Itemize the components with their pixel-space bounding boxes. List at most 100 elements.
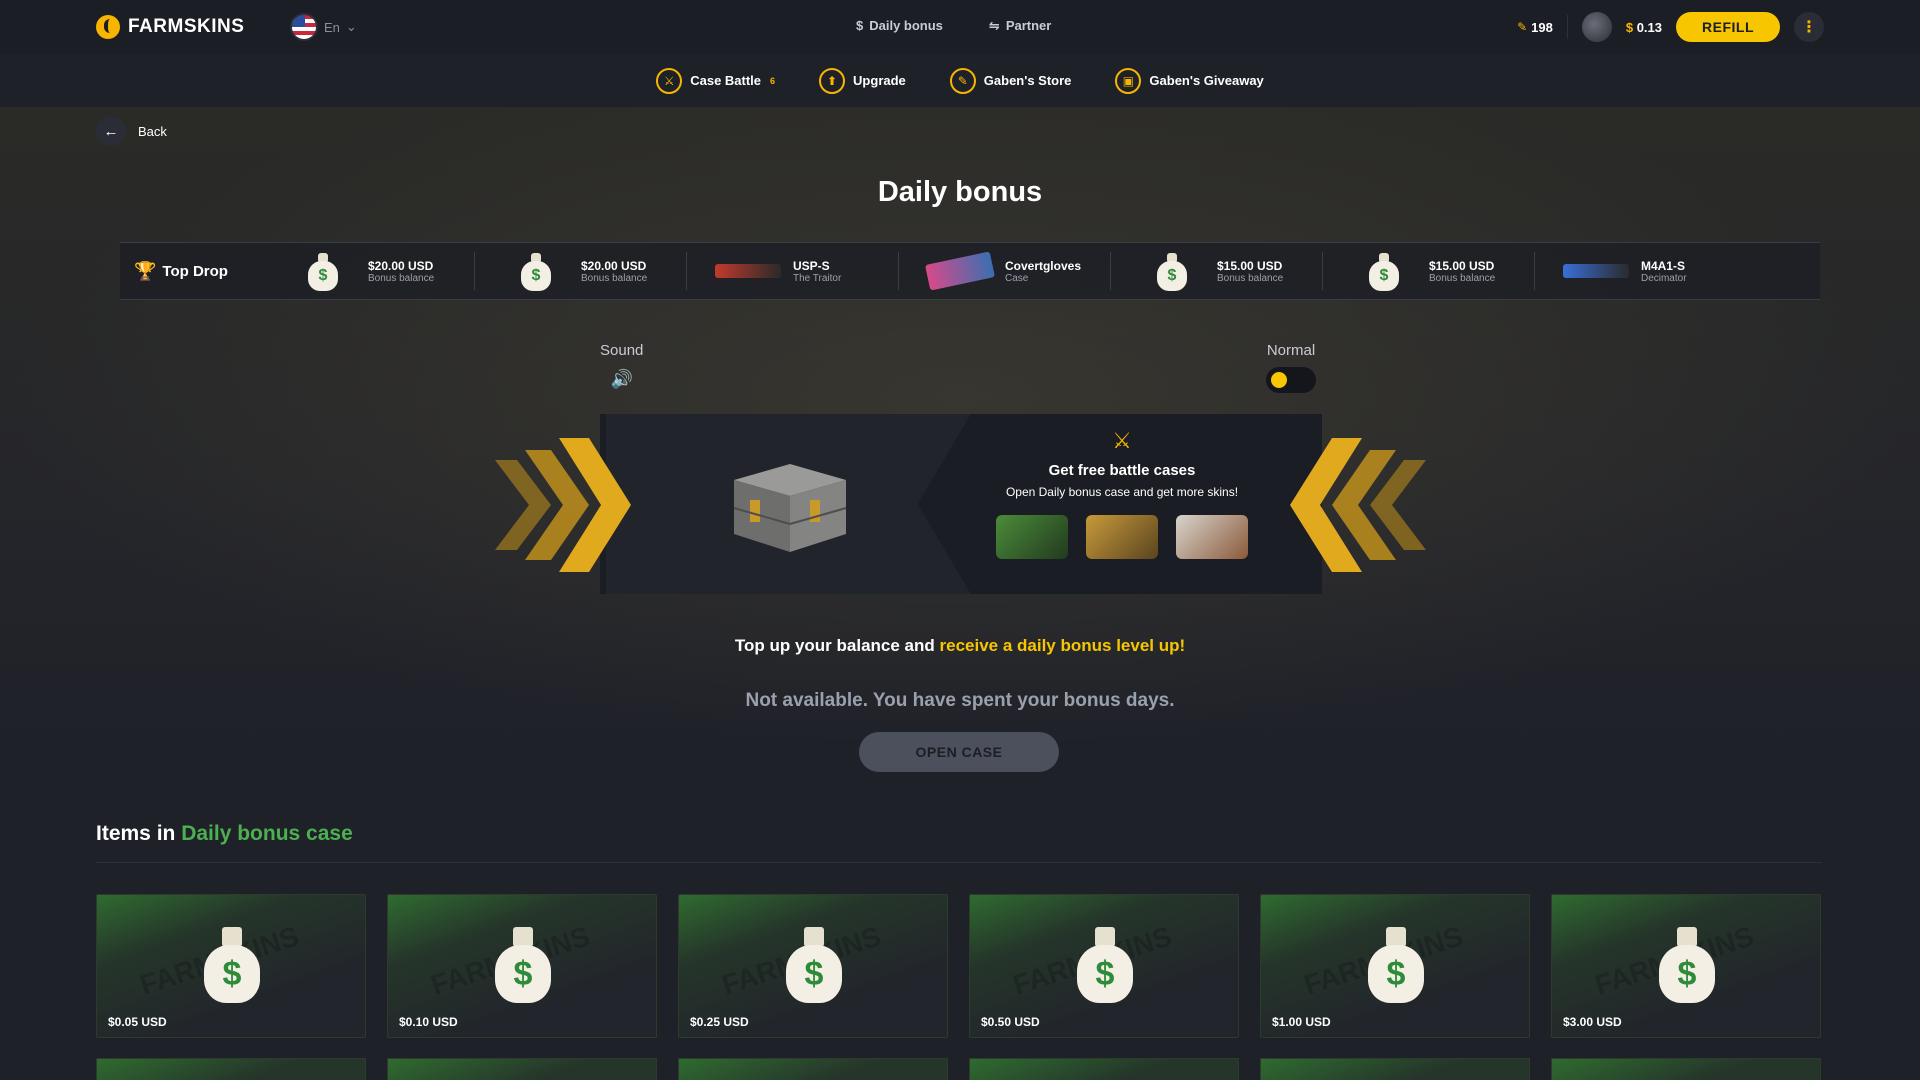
item-card[interactable] — [387, 1058, 657, 1080]
topup-highlight[interactable]: receive a daily bonus level up! — [940, 636, 1186, 655]
drop-item-image: $ — [288, 251, 358, 291]
us-flag-icon — [290, 13, 318, 41]
language-selector[interactable]: En ⌄ — [290, 13, 357, 41]
feather-icon: ✎ — [949, 67, 976, 94]
open-case-button[interactable]: OPEN CASE — [859, 732, 1059, 772]
battle-case-image[interactable] — [996, 515, 1068, 559]
subnav-gabens-store[interactable]: ✎ Gaben's Store — [949, 67, 1072, 94]
subnav-gabens-store-label: Gaben's Store — [983, 73, 1072, 88]
language-label: En — [324, 19, 340, 35]
subnav-upgrade[interactable]: ⬆ Upgrade — [819, 67, 906, 94]
avatar[interactable] — [1581, 12, 1612, 42]
not-available-message: Not available. You have spent your bonus… — [745, 690, 1175, 711]
item-card[interactable]: FARMSKINS$$0.25 USD — [678, 894, 948, 1038]
item-price: $3.00 USD — [1563, 1015, 1622, 1029]
battle-case-image[interactable] — [1176, 515, 1248, 559]
drop-item-image — [924, 251, 995, 291]
subnav-upgrade-label: Upgrade — [853, 73, 906, 88]
balance: $ 0.13 — [1626, 20, 1662, 35]
subnav-case-battle[interactable]: ⚔ Case Battle 6 — [656, 67, 776, 94]
item-card[interactable]: FARMSKINS$$0.05 USD — [96, 894, 366, 1038]
swords-icon: ⚔ — [656, 67, 683, 94]
mode-toggle[interactable] — [1266, 367, 1316, 393]
battle-cases — [950, 515, 1294, 559]
gloves-skin-image — [924, 251, 995, 291]
nav-partner[interactable]: ⇋ Partner — [989, 18, 1051, 34]
item-card[interactable] — [1260, 1058, 1530, 1080]
balance-value: 0.13 — [1636, 19, 1662, 35]
top-drop-item[interactable]: $ $15.00 USD Bonus balance — [1321, 251, 1534, 291]
dollar-icon: $ — [856, 18, 864, 33]
chevron-left-decoration-icon — [1290, 438, 1426, 572]
daily-bonus-case-image — [733, 464, 847, 552]
item-price: $0.10 USD — [399, 1015, 458, 1029]
top-drop-item[interactable]: $ $20.00 USD Bonus balance — [473, 251, 686, 291]
page-title: Daily bonus — [877, 176, 1043, 208]
drop-item-image — [1561, 251, 1631, 291]
divider — [1566, 15, 1568, 39]
drop-item-name: $20.00 USD — [580, 258, 647, 273]
subnav-gabens-giveaway[interactable]: ▣ Gaben's Giveaway — [1115, 67, 1264, 94]
money-bag-icon: $ — [786, 925, 842, 1003]
items-grid: FARMSKINS$$0.05 USDFARMSKINS$$0.10 USDFA… — [96, 894, 1822, 1038]
top-drop-item[interactable]: $ $15.00 USD Bonus balance — [1109, 251, 1322, 291]
top-drop-item[interactable]: M4A1-S Decimator — [1533, 251, 1746, 291]
item-card[interactable]: FARMSKINS$$3.00 USD — [1551, 894, 1821, 1038]
item-card[interactable] — [678, 1058, 948, 1080]
arrow-up-icon: ⬆ — [819, 67, 846, 94]
item-card[interactable] — [969, 1058, 1239, 1080]
drop-item-text: $15.00 USD Bonus balance — [1217, 259, 1283, 284]
refill-button[interactable]: REFILL — [1676, 12, 1780, 42]
money-bag-icon: $ — [495, 925, 551, 1003]
trophy-icon: 🏆 — [134, 260, 157, 281]
money-bag-icon: $ — [520, 251, 551, 291]
weapon-skin-image — [714, 264, 781, 278]
items-title-text: Items in — [96, 822, 182, 845]
sound-label: Sound — [600, 342, 644, 359]
top-drop-strip: 🏆 Top Drop $ $20.00 USD Bonus balance $ $20.… — [120, 242, 1820, 300]
feather-icon: ✎ — [1517, 20, 1528, 34]
drop-item-image: $ — [1349, 251, 1419, 291]
battle-case-image[interactable] — [1086, 515, 1158, 559]
top-drop-item[interactable]: Covertgloves Case — [897, 251, 1110, 291]
item-card[interactable]: FARMSKINS$$1.00 USD — [1260, 894, 1530, 1038]
gift-icon: ▣ — [1115, 67, 1142, 94]
item-card[interactable] — [1551, 1058, 1821, 1080]
speaker-icon[interactable]: 🔊 — [600, 369, 643, 390]
drop-item-sub: Bonus balance — [367, 272, 435, 284]
drop-item-name: $15.00 USD — [1216, 258, 1283, 273]
drop-item-text: M4A1-S Decimator — [1641, 259, 1687, 284]
item-card[interactable]: FARMSKINS$$0.10 USD — [387, 894, 657, 1038]
more-menu-icon[interactable]: ⋮ — [1794, 12, 1824, 42]
item-card[interactable] — [96, 1058, 366, 1080]
top-drop-items: $ $20.00 USD Bonus balance $ $20.00 USD Bonus… — [262, 251, 1746, 291]
sound-control[interactable]: Sound 🔊 — [600, 342, 643, 390]
header-right: ✎ 198 $ 0.13 REFILL ⋮ — [1517, 12, 1824, 42]
drop-item-name: $15.00 USD — [1428, 258, 1495, 273]
drop-item-sub: The Traitor — [792, 272, 842, 284]
chevron-down-icon: ⌄ — [345, 19, 357, 34]
item-card[interactable]: FARMSKINS$$0.50 USD — [969, 894, 1239, 1038]
logo[interactable]: FARMSKINS — [96, 15, 244, 39]
items-title-highlight: Daily bonus case — [181, 822, 353, 845]
drop-item-name: USP-S — [792, 258, 830, 273]
top-drop-item[interactable]: USP-S The Traitor — [685, 252, 898, 290]
nav-daily-bonus[interactable]: $ Daily bonus — [856, 18, 943, 34]
swords-icon: ⚔ — [1112, 428, 1132, 453]
subnav-gabens-giveaway-label: Gaben's Giveaway — [1149, 73, 1264, 88]
item-price: $0.05 USD — [108, 1015, 167, 1029]
weapon-skin-image — [1562, 264, 1629, 278]
back-button[interactable]: ← Back — [96, 116, 167, 146]
top-drop-item[interactable]: $ $20.00 USD Bonus balance — [262, 251, 474, 291]
item-price: $1.00 USD — [1272, 1015, 1331, 1029]
handshake-icon: ⇋ — [988, 18, 1000, 33]
money-bag-icon: $ — [1156, 251, 1187, 291]
toggle-knob — [1271, 372, 1287, 388]
case-battle-badge: 6 — [770, 75, 776, 86]
money-bag-icon: $ — [204, 925, 260, 1003]
drop-item-sub: Case — [1004, 272, 1029, 284]
farmskins-logo-icon — [96, 15, 120, 39]
money-bag-icon: $ — [1368, 925, 1424, 1003]
coins-counter[interactable]: ✎ 198 — [1517, 20, 1553, 35]
money-bag-icon: $ — [1077, 925, 1133, 1003]
